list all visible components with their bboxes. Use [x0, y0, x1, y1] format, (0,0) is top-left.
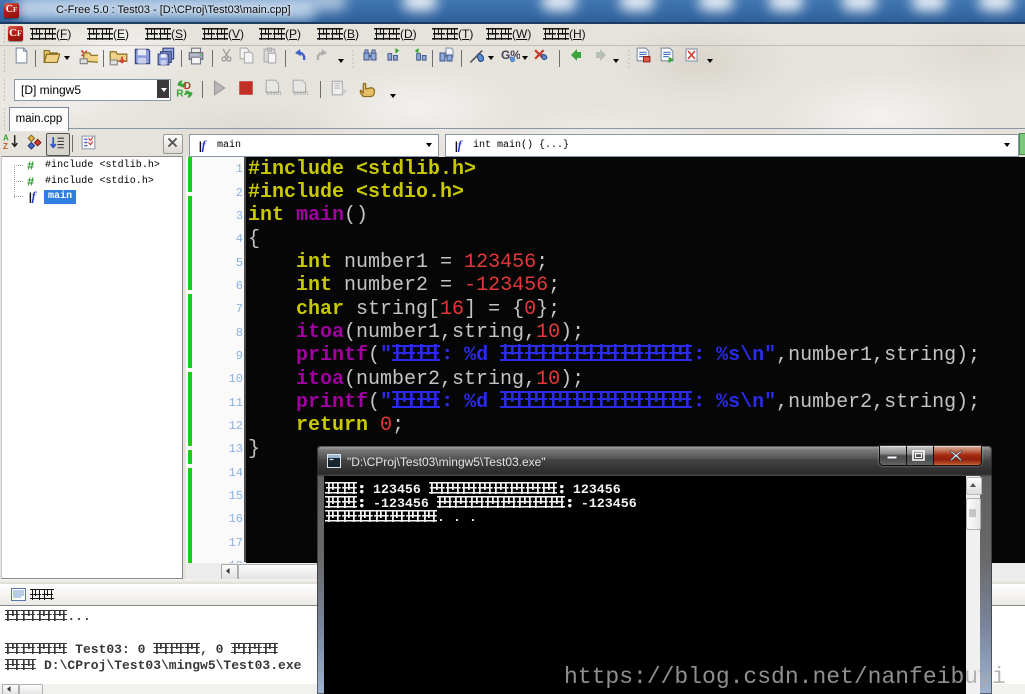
svg-text:Z: Z — [3, 142, 8, 150]
svg-text:f: f — [458, 138, 464, 152]
svg-text:10101: 10101 — [266, 91, 282, 97]
svg-text:#: # — [27, 175, 34, 189]
svg-text:f: f — [32, 189, 38, 203]
svg-text:f: f — [202, 138, 208, 152]
svg-text:10101: 10101 — [293, 91, 309, 97]
svg-text:R: R — [176, 89, 184, 100]
svg-text:#: # — [27, 159, 34, 173]
svg-text:D: D — [184, 81, 191, 92]
